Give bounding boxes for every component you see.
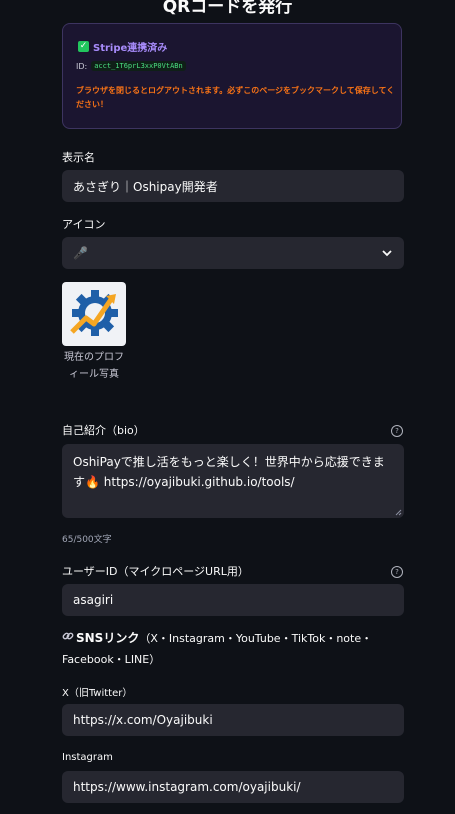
help-icon[interactable]: ? xyxy=(391,566,403,578)
user-id-label: ユーザーID（マイクロページURL用） xyxy=(62,565,249,578)
microphone-icon: 🎤 xyxy=(73,246,88,260)
account-id-row: ID: acct_1T6prL3xxP0VtABn xyxy=(76,61,186,71)
help-icon[interactable]: ? xyxy=(391,425,403,437)
link-icon xyxy=(62,628,76,649)
display-name-label: 表示名 xyxy=(62,151,95,164)
x-url-input[interactable]: https://x.com/Oyajibuki xyxy=(62,704,404,736)
x-label: X（旧Twitter） xyxy=(62,688,133,699)
instagram-label: Instagram xyxy=(62,752,113,763)
logout-warning: ブラウザを閉じるとログアウトされます。必ずこのページをブックマークして保存してく… xyxy=(76,86,395,109)
stripe-status: ✓ Stripe連携済み xyxy=(78,39,167,54)
check-icon: ✓ xyxy=(78,41,89,52)
page-title: QRコードを発行 xyxy=(162,0,293,17)
user-id-value: asagiri xyxy=(73,593,114,607)
account-id: acct_1T6prL3xxP0VtABn xyxy=(91,61,186,71)
instagram-url-value: https://www.instagram.com/oyajibuki/ xyxy=(73,780,301,794)
stripe-status-text: Stripe連携済み xyxy=(93,43,168,54)
icon-select[interactable]: 🎤 xyxy=(62,237,404,269)
bio-textarea[interactable]: OshiPayで推し活をもっと楽しく！世界中から応援できます🔥 https://… xyxy=(62,444,404,518)
bio-label: 自己紹介（bio） xyxy=(62,424,145,437)
bio-value: OshiPayで推し活をもっと楽しく！世界中から応援できます🔥 https://… xyxy=(73,455,385,489)
x-url-value: https://x.com/Oyajibuki xyxy=(73,713,213,727)
sns-section-title: SNSリンク（X・Instagram・YouTube・TikTok・note・F… xyxy=(62,628,412,670)
resize-handle-icon[interactable] xyxy=(395,509,402,516)
avatar-caption: 現在のプロフィール写真 xyxy=(64,352,124,380)
chevron-down-icon xyxy=(382,249,392,256)
instagram-url-input[interactable]: https://www.instagram.com/oyajibuki/ xyxy=(62,771,404,803)
avatar xyxy=(62,282,126,346)
account-id-label: ID: xyxy=(76,61,88,71)
stripe-status-box: ✓ Stripe連携済み ID: acct_1T6prL3xxP0VtABn ブ… xyxy=(62,23,402,129)
display-name-value: あさぎり｜Oshipay開発者 xyxy=(73,179,218,194)
user-id-input[interactable]: asagiri xyxy=(62,584,404,616)
sns-title-text: SNSリンク xyxy=(76,631,140,645)
gear-chart-logo-icon xyxy=(70,290,118,336)
bio-char-counter: 65/500文字 xyxy=(62,535,112,545)
display-name-input[interactable]: あさぎり｜Oshipay開発者 xyxy=(62,170,404,202)
icon-label: アイコン xyxy=(62,218,106,231)
